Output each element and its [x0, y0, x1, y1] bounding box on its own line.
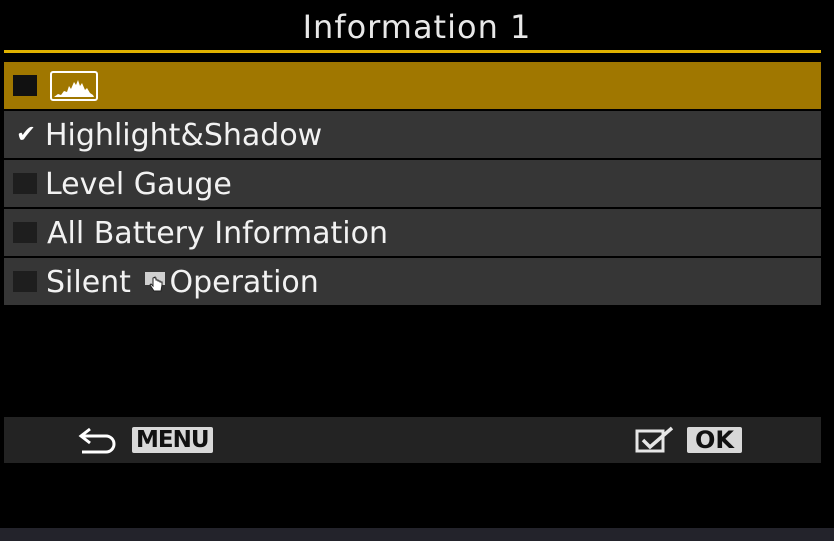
option-silent-touch-operation[interactable]: Silent Operation	[4, 258, 821, 305]
option-highlight-shadow[interactable]: ✔ Highlight&Shadow	[4, 111, 821, 158]
option-label: Silent Operation	[46, 258, 319, 305]
camera-menu-screen: Information 1 ✔ Highlight&Shadow Level G…	[0, 0, 834, 541]
option-label: All Battery Information	[47, 216, 388, 251]
touch-icon	[145, 272, 166, 292]
menu-button-label: MENU	[132, 427, 213, 453]
checkmark-icon[interactable]: ✔	[12, 119, 40, 149]
page-title: Information 1	[302, 8, 532, 46]
confirm-button[interactable]: OK	[634, 426, 742, 454]
option-level-gauge[interactable]: Level Gauge	[4, 160, 821, 207]
option-label: Highlight&Shadow	[45, 118, 323, 153]
button-guide-bar: MENU OK	[4, 417, 821, 463]
option-label-part: Silent	[46, 265, 141, 300]
checkbox[interactable]	[13, 271, 37, 292]
title-divider	[4, 50, 821, 53]
option-all-battery-information[interactable]: All Battery Information	[4, 209, 821, 256]
checkbox[interactable]	[13, 75, 37, 96]
option-label: Level Gauge	[45, 167, 232, 202]
back-button[interactable]: MENU	[78, 426, 213, 454]
option-label-part: Operation	[169, 265, 319, 300]
info-options-list: ✔ Highlight&Shadow Level Gauge All Batte…	[4, 62, 821, 307]
checkbox[interactable]	[13, 173, 37, 194]
option-histogram[interactable]	[4, 62, 821, 109]
histogram-icon	[50, 71, 98, 101]
return-arrow-icon	[78, 427, 116, 454]
ok-button-label: OK	[687, 427, 742, 454]
checkbox-confirm-icon	[635, 426, 674, 453]
checkbox[interactable]	[13, 222, 37, 243]
